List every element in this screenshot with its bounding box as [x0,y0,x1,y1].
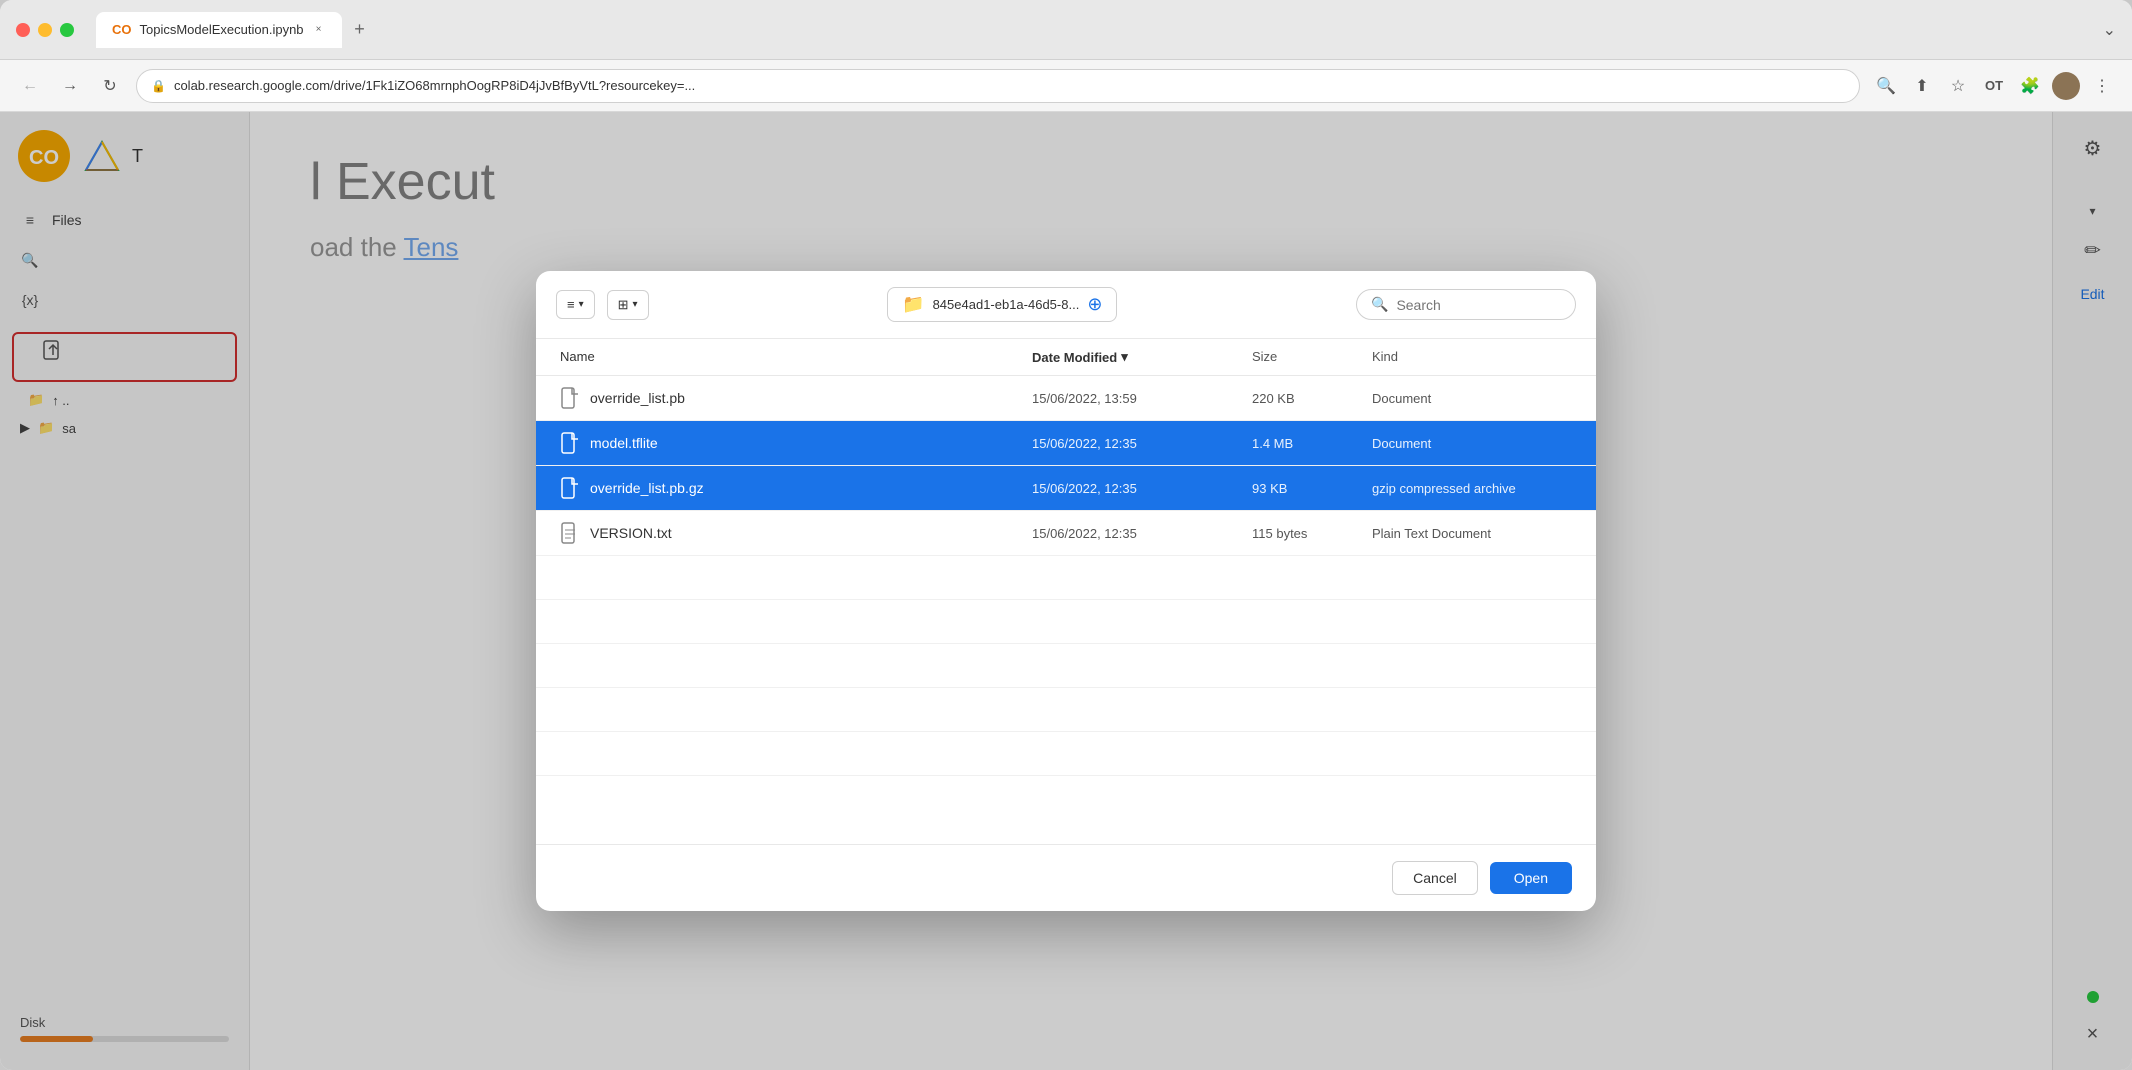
grid-view-button[interactable]: ⊞ ▾ [607,290,649,320]
file-kind: Document [1372,391,1572,406]
browser-chevron-icon: ⌄ [2103,20,2116,40]
dialog-toolbar: ≡ ▾ ⊞ ▾ 📁 845e4ad1-eb1a-46d5-8... ⊕ [536,271,1596,339]
file-name-cell: model.tflite [560,431,1032,455]
search-input[interactable] [1396,297,1577,313]
grid-view-icon: ⊞ [618,297,629,313]
maximize-traffic-light[interactable] [60,23,74,37]
extensions-button[interactable]: 🧩 [2016,72,2044,100]
file-date: 15/06/2022, 12:35 [1032,526,1252,541]
active-tab[interactable]: CO TopicsModelExecution.ipynb × [96,12,342,48]
open-button[interactable]: Open [1490,862,1572,894]
tab-label: TopicsModelExecution.ipynb [140,22,304,37]
new-tab-button[interactable]: + [346,16,374,44]
path-chevron-icon: ⊕ [1087,294,1102,315]
user-avatar-button[interactable] [2052,72,2080,100]
file-row[interactable]: override_list.pb 15/06/2022, 13:59 220 K… [536,376,1596,421]
dialog-overlay[interactable]: ≡ ▾ ⊞ ▾ 📁 845e4ad1-eb1a-46d5-8... ⊕ [0,112,2132,1070]
close-traffic-light[interactable] [16,23,30,37]
date-sort-icon[interactable]: ▾ [1121,349,1128,365]
file-row[interactable]: VERSION.txt 15/06/2022, 12:35 115 bytes … [536,511,1596,556]
share-button[interactable]: ⬆ [1908,72,1936,100]
empty-row [536,732,1596,776]
bookmark-icon: ☆ [1951,76,1965,96]
address-text: colab.research.google.com/drive/1Fk1iZO6… [174,78,1845,93]
file-kind: Document [1372,436,1572,451]
tab-bar: CO TopicsModelExecution.ipynb × + [96,12,374,48]
forward-icon: → [62,77,78,95]
col-date-header: Date Modified ▾ [1032,349,1252,365]
col-size-header: Size [1252,349,1372,365]
tab-close-button[interactable]: × [312,23,326,37]
browser-actions: 🔍 ⬆ ☆ OT 🧩 ⋮ [1872,72,2116,100]
file-icon [560,521,580,545]
more-options-button[interactable]: ⋮ [2088,72,2116,100]
address-bar-row: ← → ↻ 🔒 colab.research.google.com/drive/… [0,60,2132,112]
file-name-cell: VERSION.txt [560,521,1032,545]
zoom-button[interactable]: 🔍 [1872,72,1900,100]
empty-row [536,644,1596,688]
file-list: override_list.pb 15/06/2022, 13:59 220 K… [536,376,1596,844]
file-name: override_list.pb.gz [590,480,704,496]
file-icon [560,431,580,455]
bookmark-button[interactable]: ☆ [1944,72,1972,100]
file-name-cell: override_list.pb.gz [560,476,1032,500]
back-button[interactable]: ← [16,72,44,100]
browser-content: CO T ≡ Files 🔍 [0,112,2132,1070]
file-date: 15/06/2022, 12:35 [1032,481,1252,496]
grid-view-chevron-icon: ▾ [633,299,638,310]
file-row[interactable]: model.tflite 15/06/2022, 12:35 1.4 MB Do… [536,421,1596,466]
folder-path-area: 📁 845e4ad1-eb1a-46d5-8... ⊕ [661,287,1344,322]
file-name: VERSION.txt [590,525,672,541]
avatar [2052,72,2080,100]
file-kind: Plain Text Document [1372,526,1572,541]
file-size: 93 KB [1252,481,1372,496]
file-date: 15/06/2022, 12:35 [1032,436,1252,451]
extensions-icon: 🧩 [2020,76,2040,96]
minimize-traffic-light[interactable] [38,23,52,37]
file-date: 15/06/2022, 13:59 [1032,391,1252,406]
list-view-icon: ≡ [567,297,575,312]
cancel-button[interactable]: Cancel [1392,861,1478,895]
empty-row [536,556,1596,600]
refresh-icon: ↻ [103,76,116,96]
forward-button[interactable]: → [56,72,84,100]
file-size: 220 KB [1252,391,1372,406]
colab-tab-icon: CO [112,22,132,37]
file-kind: gzip compressed archive [1372,481,1572,496]
file-size: 115 bytes [1252,526,1372,541]
titlebar: CO TopicsModelExecution.ipynb × + ⌄ [0,0,2132,60]
folder-path-button[interactable]: 📁 845e4ad1-eb1a-46d5-8... ⊕ [887,287,1117,322]
col-name-header: Name [560,349,1032,365]
dialog-footer: Cancel Open [536,844,1596,911]
zoom-icon: 🔍 [1876,76,1896,96]
address-bar[interactable]: 🔒 colab.research.google.com/drive/1Fk1iZ… [136,69,1860,103]
profile-button[interactable]: OT [1980,72,2008,100]
file-list-header: Name Date Modified ▾ Size Kind [536,339,1596,376]
empty-row [536,688,1596,732]
file-icon [560,386,580,410]
file-size: 1.4 MB [1252,436,1372,451]
search-icon: 🔍 [1371,296,1388,313]
share-icon: ⬆ [1915,76,1928,96]
col-kind-header: Kind [1372,349,1572,365]
empty-row [536,600,1596,644]
file-name-cell: override_list.pb [560,386,1032,410]
folder-path-text: 845e4ad1-eb1a-46d5-8... [933,297,1080,312]
folder-blue-icon: 📁 [902,294,924,315]
search-box[interactable]: 🔍 [1356,289,1576,320]
file-icon [560,476,580,500]
profile-initials: OT [1985,78,2003,93]
lock-icon: 🔒 [151,79,166,93]
back-icon: ← [22,77,38,95]
refresh-button[interactable]: ↻ [96,72,124,100]
traffic-lights [16,23,74,37]
browser-window: CO TopicsModelExecution.ipynb × + ⌄ ← → … [0,0,2132,1070]
file-open-dialog: ≡ ▾ ⊞ ▾ 📁 845e4ad1-eb1a-46d5-8... ⊕ [536,271,1596,911]
list-view-button[interactable]: ≡ ▾ [556,290,595,319]
more-icon: ⋮ [2094,76,2110,96]
file-name: model.tflite [590,435,658,451]
list-view-chevron-icon: ▾ [579,299,584,310]
file-row[interactable]: override_list.pb.gz 15/06/2022, 12:35 93… [536,466,1596,511]
file-name: override_list.pb [590,390,685,406]
